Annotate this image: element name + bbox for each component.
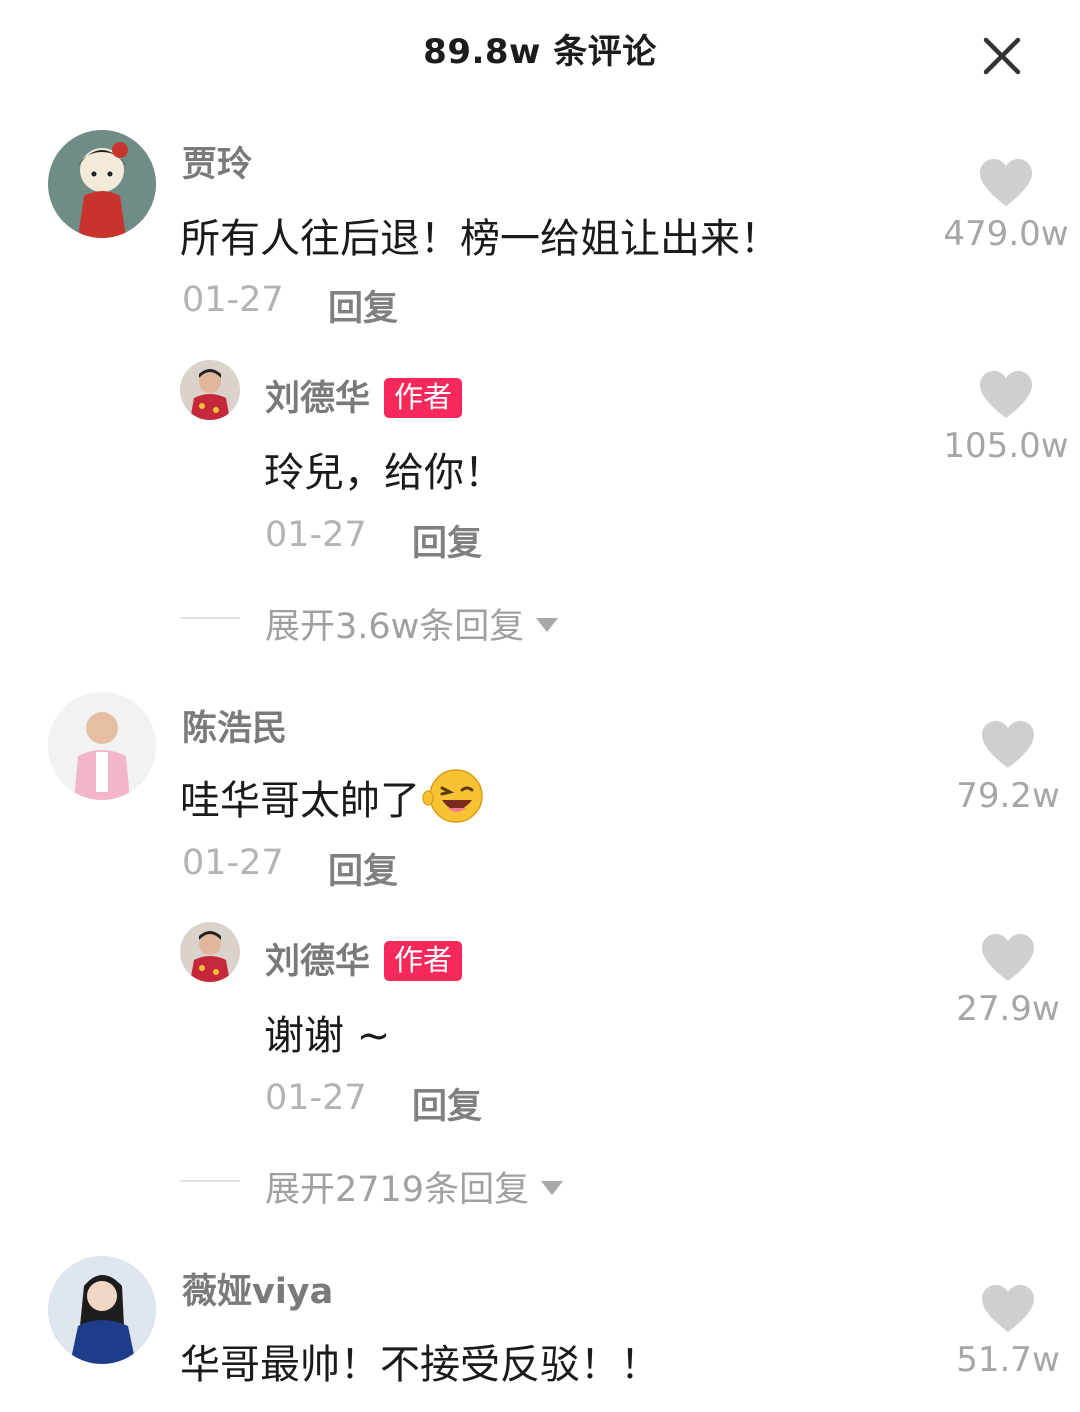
- close-icon: [983, 37, 1021, 75]
- divider-line: [180, 1180, 240, 1182]
- comment-date: 01-27: [182, 280, 284, 320]
- avatar[interactable]: [48, 1256, 156, 1364]
- reply-text: 玲兒，给你！: [264, 450, 504, 496]
- like-button[interactable]: 51.7w: [938, 1284, 1078, 1380]
- avatar[interactable]: [48, 692, 156, 800]
- reply-author-name[interactable]: 刘德华 作者: [265, 370, 463, 421]
- expand-replies-button[interactable]: 展开2719条回复: [265, 1161, 564, 1212]
- comment-text: 所有人往后退！榜一给姐让出来！: [180, 216, 780, 262]
- chevron-down-icon: [536, 618, 559, 632]
- like-count: 479.0w: [943, 214, 1069, 254]
- comment-date: 01-27: [182, 843, 284, 883]
- heart-icon: [980, 159, 1032, 206]
- reply-author-label: 刘德华: [265, 942, 371, 982]
- commenter-name[interactable]: 贾玲: [182, 136, 252, 187]
- reply-author-name[interactable]: 刘德华 作者: [265, 933, 463, 984]
- expand-replies-label: 展开2719条回复: [265, 1170, 530, 1210]
- commenter-name[interactable]: 薇娅viya: [182, 1263, 333, 1314]
- like-count: 105.0w: [943, 426, 1069, 466]
- like-button[interactable]: 479.0w: [936, 158, 1076, 254]
- avatar[interactable]: [180, 360, 240, 420]
- reply-text: 谢谢 ~: [264, 1013, 391, 1059]
- author-badge: 作者: [384, 941, 463, 981]
- avatar[interactable]: [180, 922, 240, 982]
- like-button[interactable]: 79.2w: [938, 720, 1078, 816]
- reply-date: 01-27: [265, 515, 367, 555]
- comment-text-content: 哇华哥太帥了: [180, 778, 420, 824]
- reply-button[interactable]: 回复: [412, 515, 482, 566]
- expand-replies-label: 展开3.6w条回复: [265, 607, 525, 647]
- author-badge: 作者: [384, 378, 463, 418]
- like-count: 51.7w: [956, 1340, 1060, 1380]
- heart-icon: [982, 721, 1034, 768]
- like-count: 27.9w: [956, 989, 1060, 1029]
- divider-line: [180, 617, 240, 619]
- comment-text: 华哥最帅！不接受反驳！！: [180, 1342, 660, 1388]
- reply-date: 01-27: [265, 1078, 367, 1118]
- comment-count-title: 89.8w 条评论: [423, 32, 657, 72]
- heart-icon: [980, 371, 1032, 418]
- like-button[interactable]: 105.0w: [936, 370, 1076, 466]
- expand-replies-button[interactable]: 展开3.6w条回复: [265, 598, 559, 649]
- commenter-name[interactable]: 陈浩民: [182, 700, 287, 751]
- like-count: 79.2w: [956, 776, 1060, 816]
- wink-laugh-emoji: [422, 768, 486, 834]
- heart-icon: [982, 1285, 1034, 1332]
- close-button[interactable]: [978, 32, 1026, 80]
- reply-button[interactable]: 回复: [328, 843, 398, 894]
- like-button[interactable]: 27.9w: [938, 933, 1078, 1029]
- chevron-down-icon: [541, 1181, 564, 1195]
- reply-author-label: 刘德华: [265, 379, 371, 419]
- comment-text: 哇华哥太帥了: [180, 768, 486, 834]
- reply-button[interactable]: 回复: [412, 1078, 482, 1129]
- comments-header: 89.8w 条评论: [0, 0, 1080, 95]
- avatar[interactable]: [48, 130, 156, 238]
- heart-icon: [982, 934, 1034, 981]
- reply-button[interactable]: 回复: [328, 280, 398, 331]
